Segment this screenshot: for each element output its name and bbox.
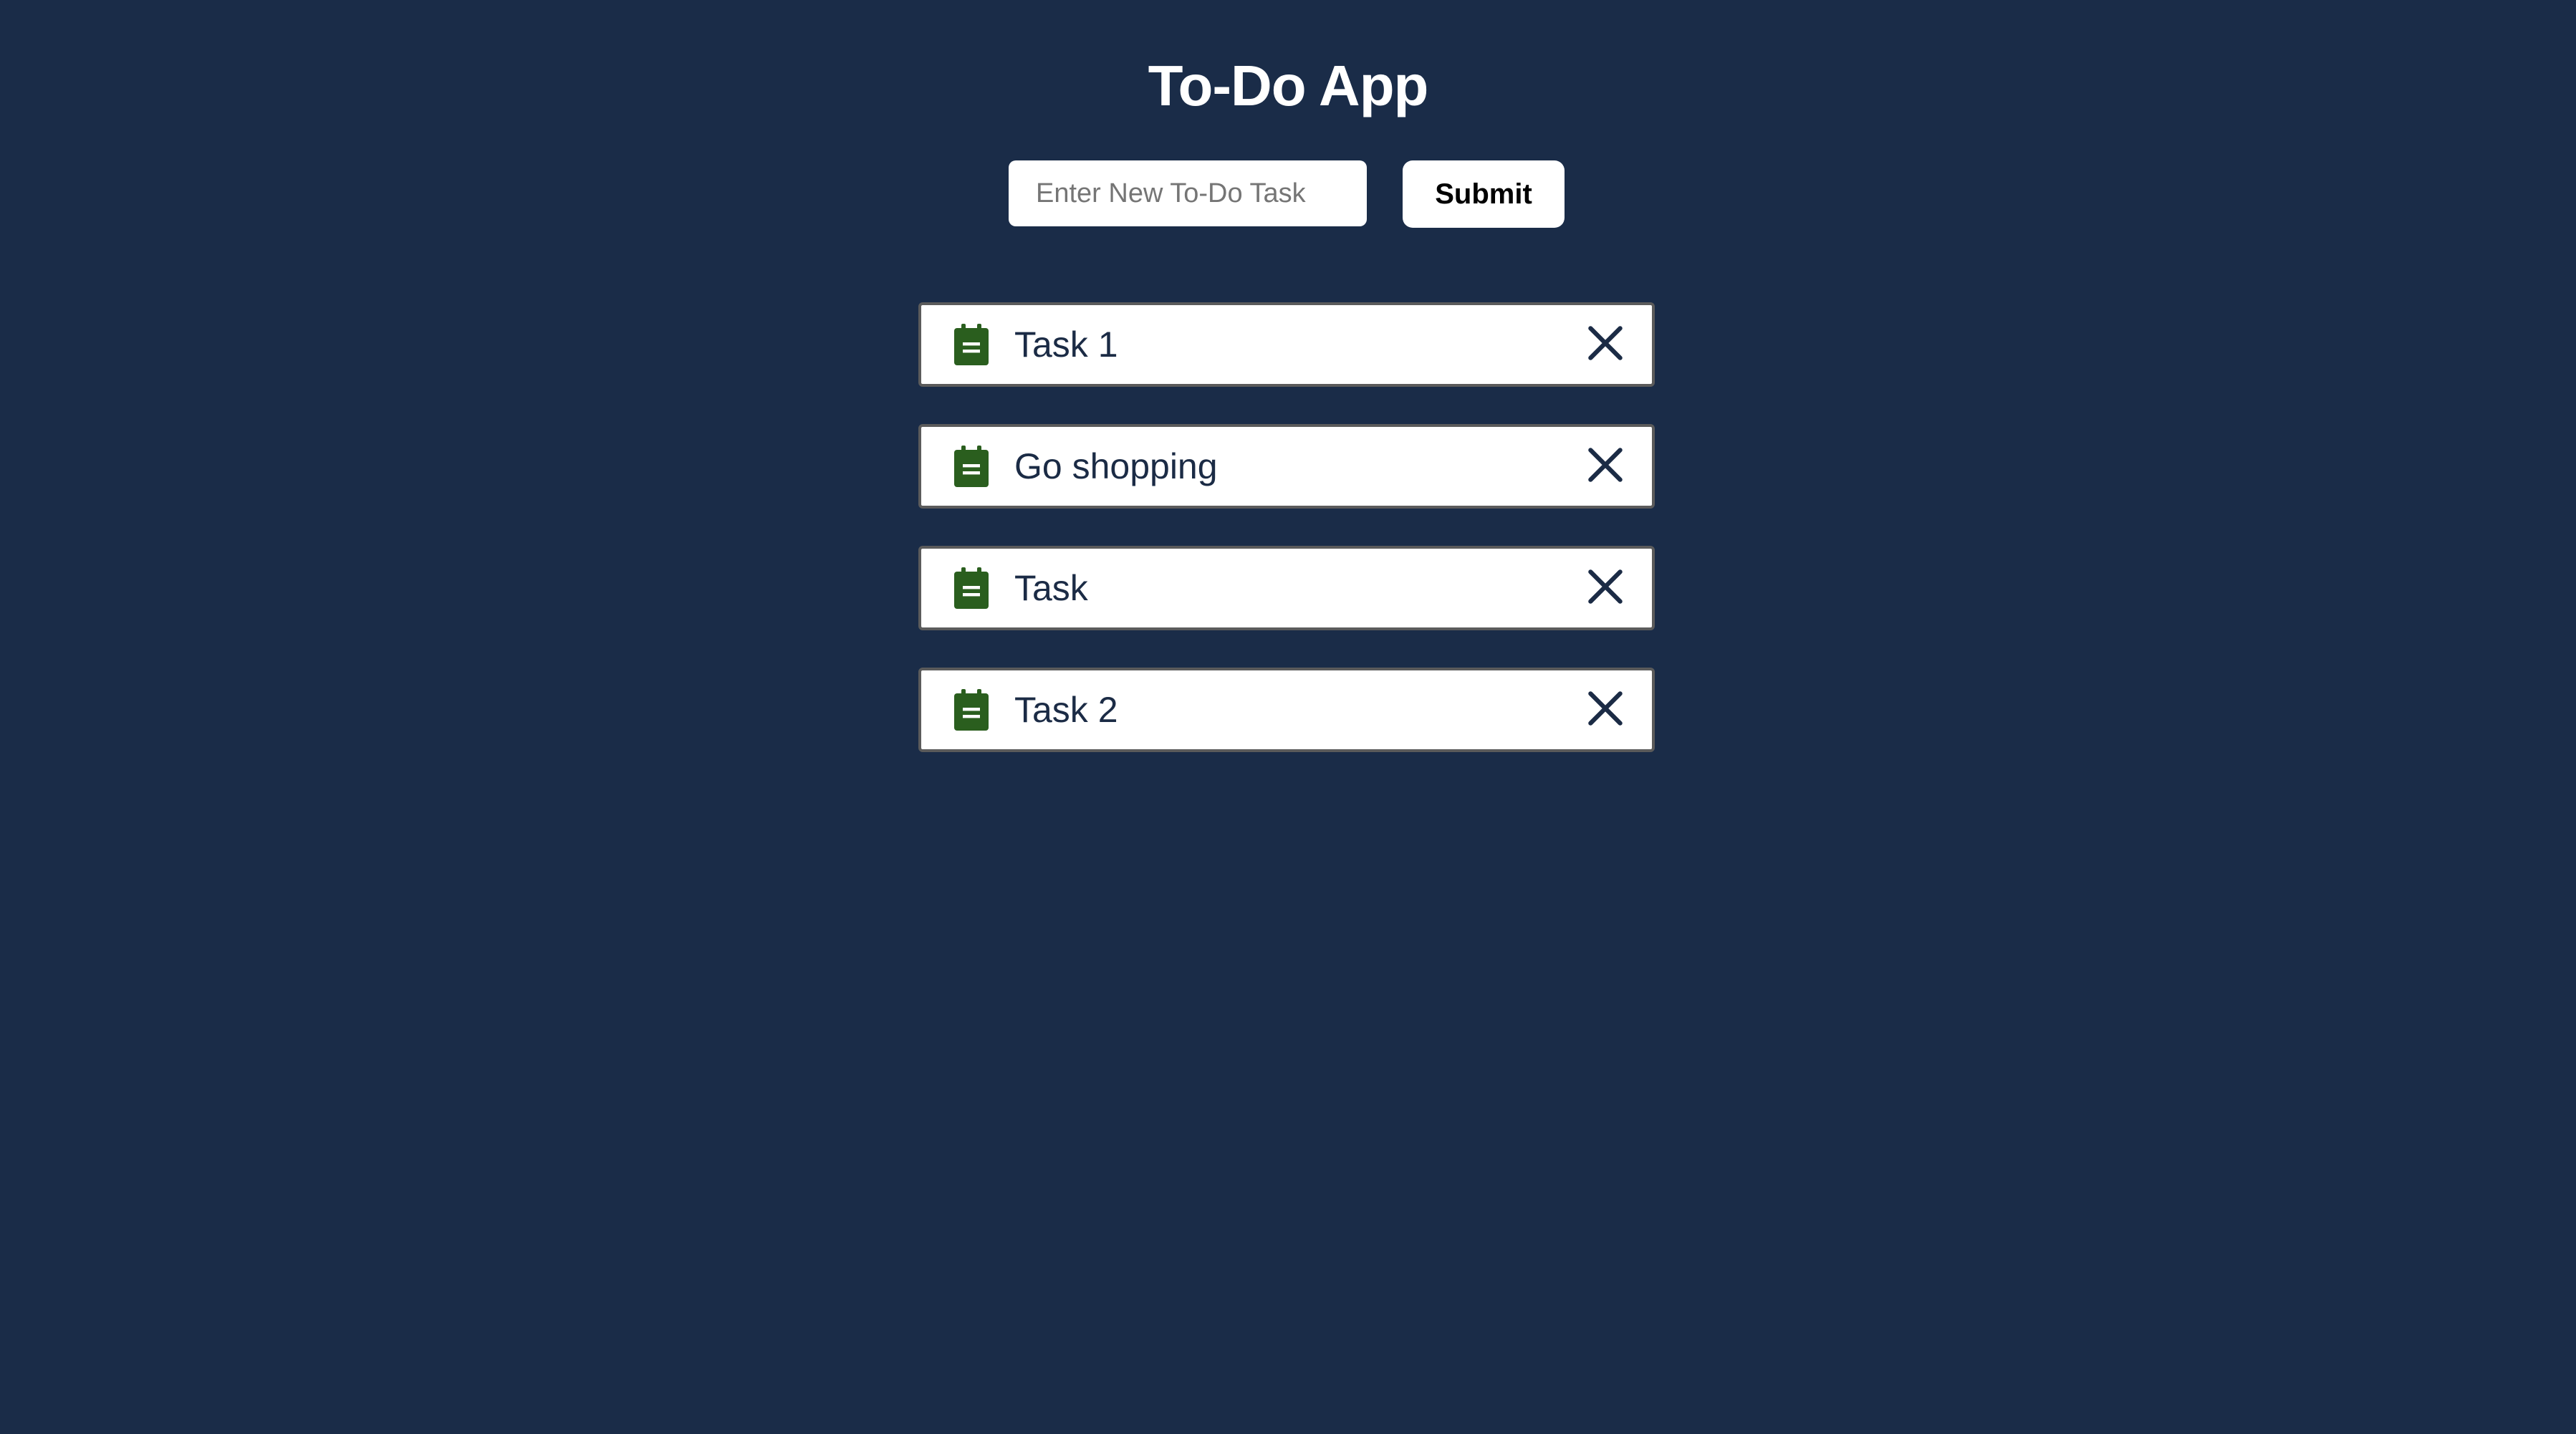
- clipboard-icon: [954, 446, 989, 487]
- clipboard-icon: [954, 567, 989, 609]
- delete-task-button[interactable]: [1583, 321, 1628, 365]
- task-item: Task 1: [918, 302, 1655, 387]
- clipboard-icon: [954, 689, 989, 731]
- close-icon: [1583, 686, 1628, 731]
- submit-button[interactable]: Submit: [1403, 160, 1565, 228]
- delete-task-button[interactable]: [1583, 564, 1628, 609]
- new-task-form: Submit: [1009, 160, 1567, 228]
- delete-task-button[interactable]: [1583, 443, 1628, 487]
- page-title: To-Do App: [1148, 54, 1429, 117]
- task-text: Task 2: [1014, 690, 1118, 730]
- delete-task-button[interactable]: [1583, 686, 1628, 731]
- task-item: Task: [918, 546, 1655, 630]
- close-icon: [1583, 564, 1628, 609]
- close-icon: [1583, 321, 1628, 365]
- clipboard-icon: [954, 324, 989, 365]
- task-text: Task 1: [1014, 324, 1118, 365]
- close-icon: [1583, 443, 1628, 487]
- task-list: Task 1 Go shopping Task Task 2: [918, 302, 1655, 789]
- task-item: Task 2: [918, 668, 1655, 752]
- task-item: Go shopping: [918, 424, 1655, 509]
- todo-app: To-Do App Submit Task 1: [0, 0, 2576, 1434]
- new-task-input[interactable]: [1009, 160, 1367, 226]
- task-text: Task: [1014, 568, 1088, 608]
- task-text: Go shopping: [1014, 446, 1218, 486]
